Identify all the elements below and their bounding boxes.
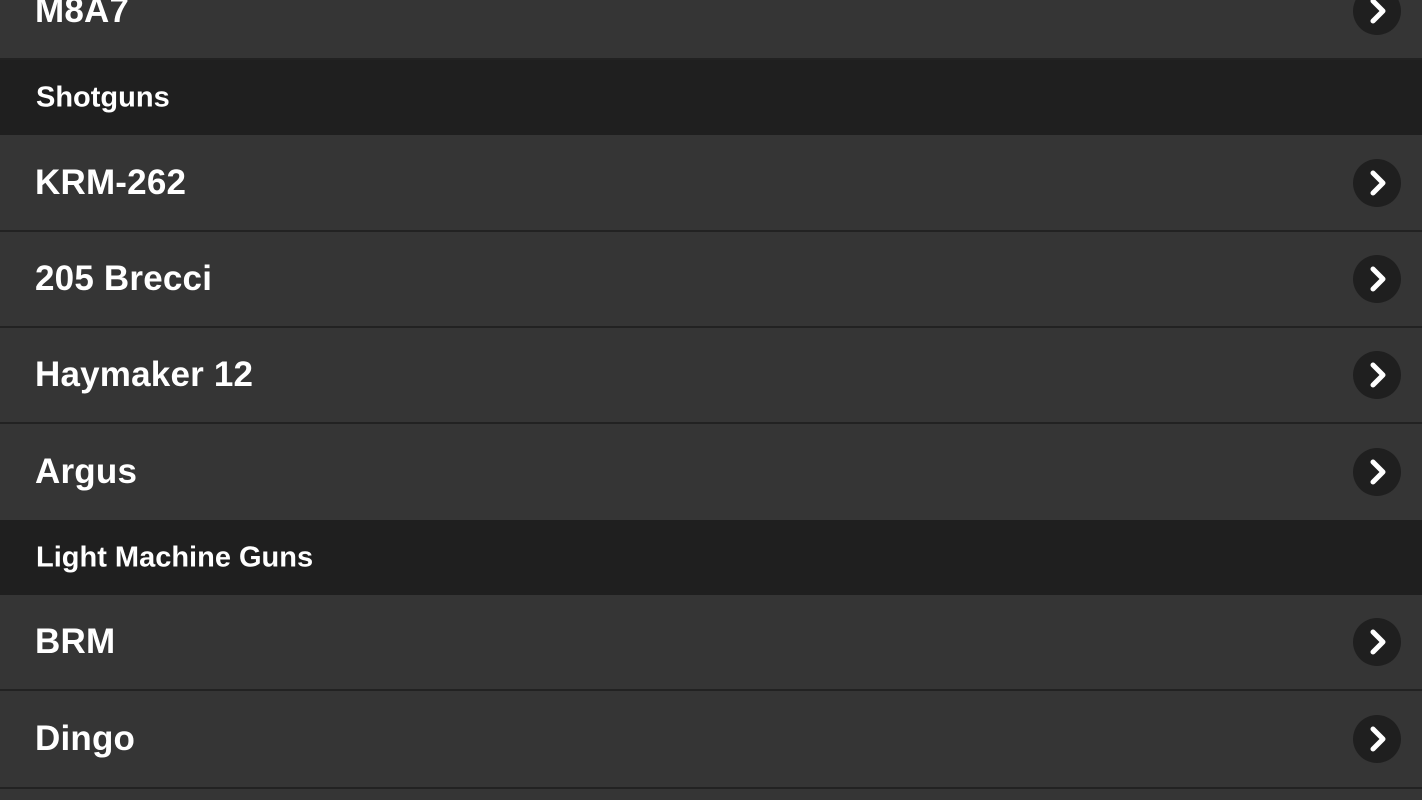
list-item-brm[interactable]: BRM — [0, 595, 1422, 691]
list-item-krm-262[interactable]: KRM-262 — [0, 135, 1422, 232]
list-item-label: BRM — [35, 622, 116, 661]
list-item-205-brecci[interactable]: 205 Brecci — [0, 232, 1422, 328]
list-item-dingo[interactable]: Dingo — [0, 691, 1422, 789]
list-item-haymaker-12[interactable]: Haymaker 12 — [0, 328, 1422, 424]
chevron-right-icon[interactable] — [1353, 715, 1401, 763]
section-title: Light Machine Guns — [36, 541, 314, 573]
list-item-label: Dingo — [35, 719, 136, 758]
list-item-label: 205 Brecci — [35, 259, 213, 298]
list-item-partial[interactable] — [0, 789, 1422, 800]
chevron-right-icon[interactable] — [1353, 351, 1401, 399]
list-item-argus[interactable]: Argus — [0, 424, 1422, 520]
chevron-right-icon[interactable] — [1353, 255, 1401, 303]
list-item-m8a7[interactable]: M8A7 — [0, 0, 1422, 60]
list-item-label: M8A7 — [35, 0, 130, 30]
list-item-label: KRM-262 — [35, 162, 187, 202]
chevron-right-icon[interactable] — [1353, 448, 1401, 496]
list-item-label: Haymaker 12 — [35, 355, 254, 394]
chevron-right-icon[interactable] — [1353, 158, 1401, 207]
section-header-light-machine-guns: Light Machine Guns — [0, 520, 1422, 595]
section-title: Shotguns — [36, 81, 170, 113]
weapon-list: M8A7 Shotguns KRM-262 205 Brecci Haymake… — [0, 0, 1422, 800]
list-item-label: Argus — [35, 452, 138, 491]
section-header-shotguns: Shotguns — [0, 60, 1422, 135]
chevron-right-icon[interactable] — [1353, 618, 1401, 666]
chevron-right-icon[interactable] — [1353, 0, 1401, 35]
